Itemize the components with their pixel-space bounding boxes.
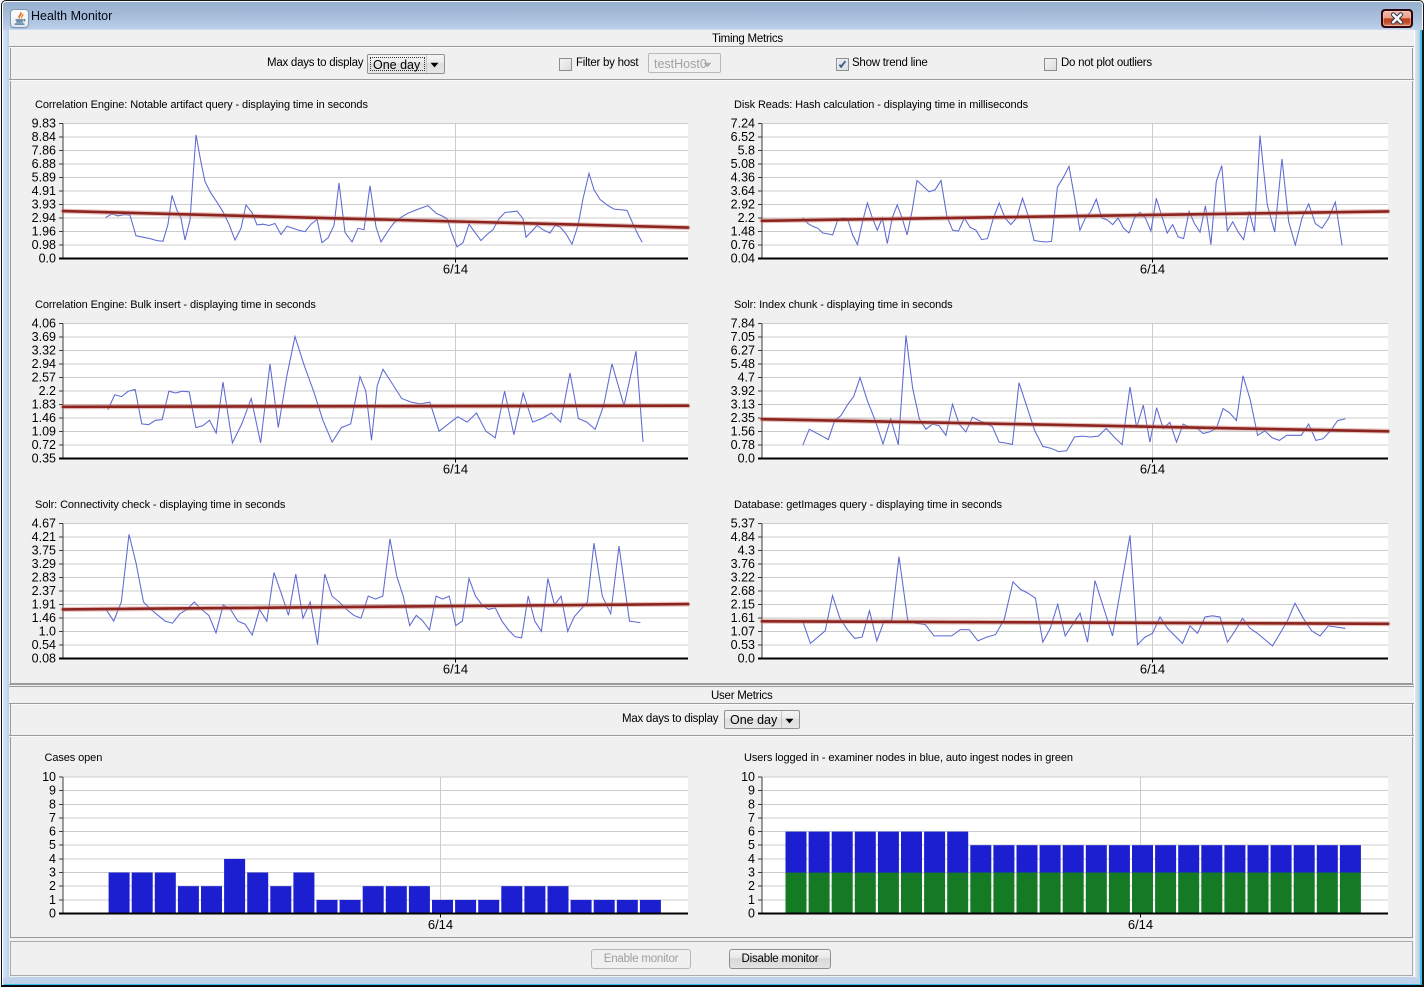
svg-text:2.57: 2.57	[32, 371, 56, 385]
svg-text:5.48: 5.48	[731, 357, 755, 371]
svg-text:5.8: 5.8	[738, 144, 755, 158]
svg-text:1.09: 1.09	[32, 425, 56, 439]
svg-text:5.37: 5.37	[731, 517, 755, 531]
svg-text:5.89: 5.89	[32, 171, 56, 185]
svg-text:4.06: 4.06	[32, 317, 56, 331]
svg-text:0.78: 0.78	[731, 438, 755, 452]
svg-text:2.2: 2.2	[39, 384, 56, 398]
svg-text:7.84: 7.84	[731, 317, 755, 331]
svg-text:3.22: 3.22	[731, 571, 755, 585]
svg-text:0.98: 0.98	[32, 238, 56, 252]
svg-text:3.29: 3.29	[32, 557, 56, 571]
svg-text:2.15: 2.15	[731, 598, 755, 612]
svg-text:6/14: 6/14	[1140, 462, 1165, 477]
svg-text:0.35: 0.35	[32, 452, 56, 466]
svg-text:3.76: 3.76	[731, 557, 755, 571]
svg-text:6/14: 6/14	[443, 462, 468, 477]
svg-text:1.48: 1.48	[731, 225, 755, 239]
svg-text:6.27: 6.27	[731, 344, 755, 358]
svg-text:4.21: 4.21	[32, 530, 56, 544]
svg-text:2.35: 2.35	[731, 411, 755, 425]
svg-text:7.24: 7.24	[731, 117, 755, 131]
svg-text:3.64: 3.64	[731, 184, 755, 198]
svg-text:0.0: 0.0	[738, 652, 755, 666]
svg-text:7.86: 7.86	[32, 144, 56, 158]
svg-text:9.83: 9.83	[32, 117, 56, 131]
svg-text:1.96: 1.96	[32, 225, 56, 239]
svg-text:0.0: 0.0	[738, 452, 755, 466]
svg-text:0.54: 0.54	[32, 638, 56, 652]
svg-text:0.08: 0.08	[32, 652, 56, 666]
svg-text:3.75: 3.75	[32, 544, 56, 558]
svg-text:3.69: 3.69	[32, 330, 56, 344]
svg-text:4.84: 4.84	[731, 530, 755, 544]
svg-text:4.36: 4.36	[731, 171, 755, 185]
svg-text:3.13: 3.13	[731, 398, 755, 412]
svg-text:6/14: 6/14	[1140, 662, 1165, 677]
svg-text:5.08: 5.08	[731, 157, 755, 171]
svg-text:1.46: 1.46	[32, 411, 56, 425]
svg-text:2.92: 2.92	[731, 198, 755, 212]
svg-text:3.32: 3.32	[32, 344, 56, 358]
svg-text:3.92: 3.92	[731, 384, 755, 398]
svg-text:1.0: 1.0	[39, 625, 56, 639]
svg-text:3.93: 3.93	[32, 198, 56, 212]
svg-text:0.72: 0.72	[32, 438, 56, 452]
svg-text:1.83: 1.83	[32, 398, 56, 412]
svg-text:4.3: 4.3	[738, 544, 755, 558]
svg-text:2.37: 2.37	[32, 584, 56, 598]
svg-text:1.61: 1.61	[731, 611, 755, 625]
svg-text:1.56: 1.56	[731, 425, 755, 439]
svg-text:7.05: 7.05	[731, 330, 755, 344]
svg-text:4.91: 4.91	[32, 184, 56, 198]
svg-text:2.83: 2.83	[32, 571, 56, 585]
svg-text:0.76: 0.76	[731, 238, 755, 252]
svg-text:4.7: 4.7	[738, 371, 755, 385]
svg-text:1.46: 1.46	[32, 611, 56, 625]
svg-text:2.2: 2.2	[738, 211, 755, 225]
svg-text:6.52: 6.52	[731, 130, 755, 144]
svg-text:0.04: 0.04	[731, 252, 755, 266]
svg-text:1.91: 1.91	[32, 598, 56, 612]
svg-text:2.94: 2.94	[32, 357, 56, 371]
svg-text:6.88: 6.88	[32, 157, 56, 171]
svg-text:2.94: 2.94	[32, 211, 56, 225]
svg-text:8.84: 8.84	[32, 130, 56, 144]
svg-text:0.0: 0.0	[39, 252, 56, 266]
svg-text:1.07: 1.07	[731, 625, 755, 639]
svg-text:6/14: 6/14	[1140, 262, 1165, 277]
svg-text:4.67: 4.67	[32, 517, 56, 531]
svg-text:6/14: 6/14	[443, 662, 468, 677]
svg-text:0.53: 0.53	[731, 638, 755, 652]
svg-text:6/14: 6/14	[443, 262, 468, 277]
svg-text:2.68: 2.68	[731, 584, 755, 598]
